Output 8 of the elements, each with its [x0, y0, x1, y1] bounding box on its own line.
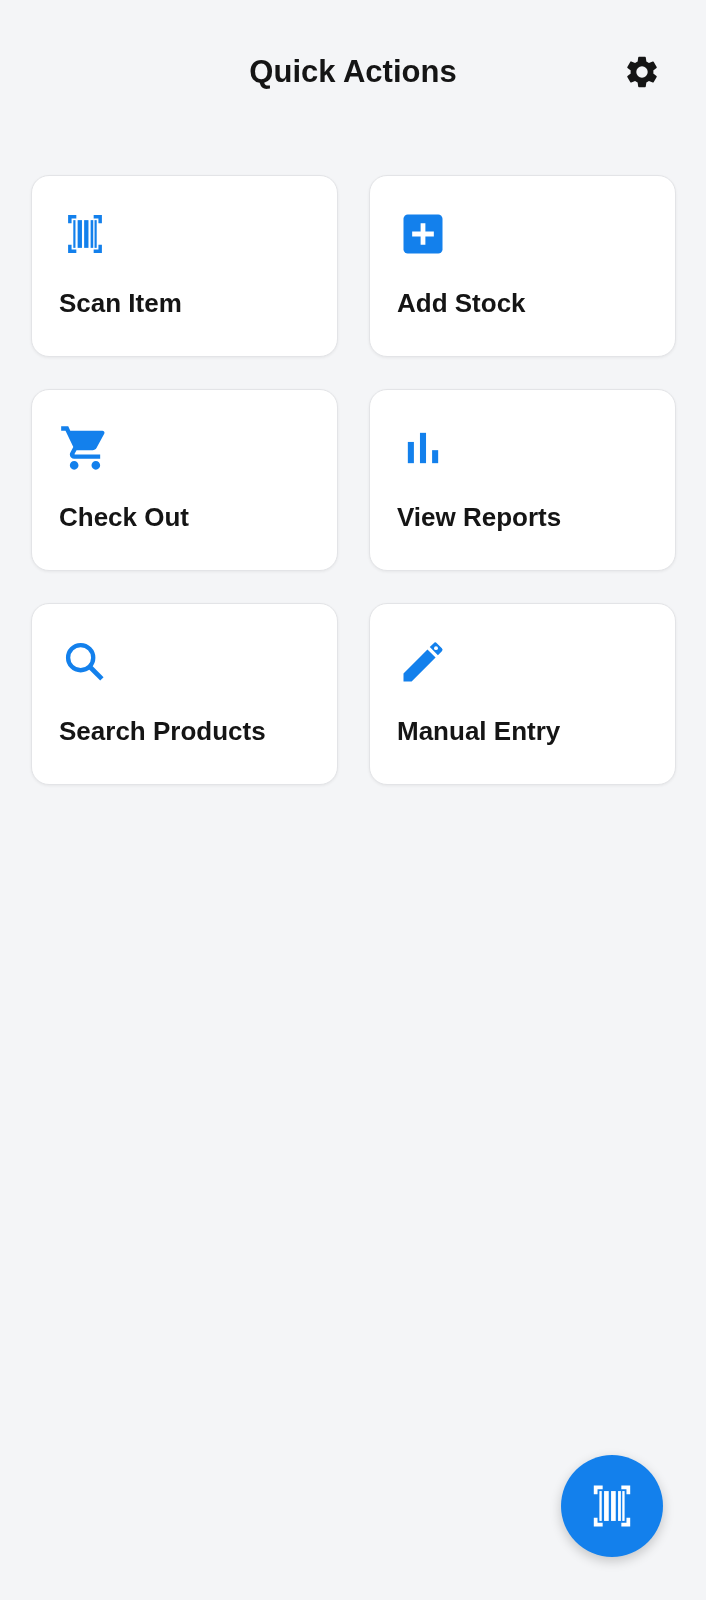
screen-title: Quick Actions: [249, 54, 457, 90]
action-card[interactable]: View Reports: [369, 389, 676, 571]
action-card[interactable]: Add Stock: [369, 175, 676, 357]
action-card[interactable]: Check Out: [31, 389, 338, 571]
action-card[interactable]: Manual Entry: [369, 603, 676, 785]
action-card[interactable]: Scan Item: [31, 175, 338, 357]
scan-fab-button[interactable]: [561, 1455, 663, 1557]
action-card[interactable]: Search Products: [31, 603, 338, 785]
